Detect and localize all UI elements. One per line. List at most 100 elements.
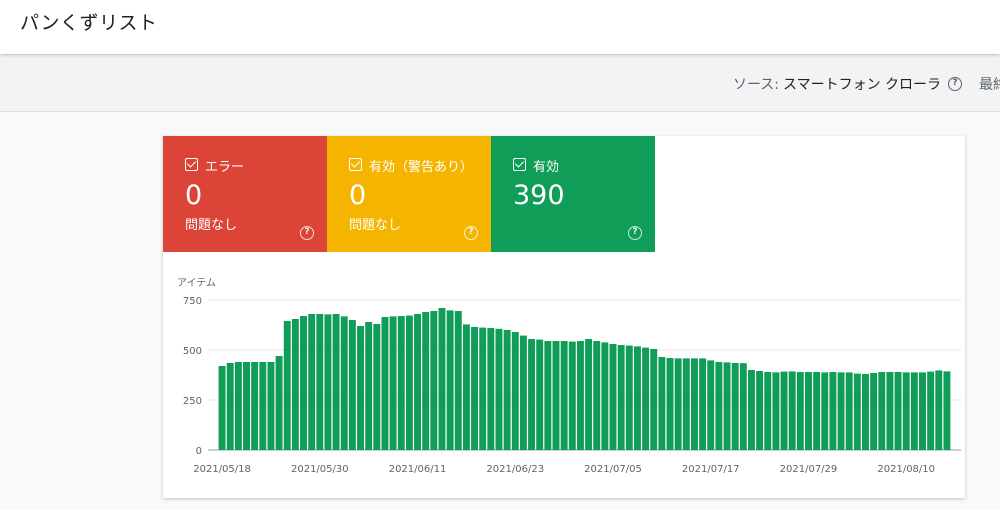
bar bbox=[397, 316, 405, 450]
y-tick-label: 0 bbox=[196, 446, 202, 457]
bar bbox=[650, 349, 658, 450]
bar bbox=[674, 358, 682, 450]
bar bbox=[430, 311, 438, 450]
source-label: ソース: bbox=[733, 77, 780, 93]
x-tick-label: 2021/07/29 bbox=[780, 464, 838, 475]
bar bbox=[300, 316, 307, 450]
bar bbox=[910, 372, 918, 450]
page-title: パンくずリスト bbox=[20, 12, 158, 34]
y-axis-label: アイテム bbox=[177, 277, 216, 289]
bar bbox=[373, 324, 381, 450]
bar bbox=[243, 362, 250, 450]
bar bbox=[756, 371, 764, 450]
bar bbox=[560, 341, 568, 450]
bar bbox=[870, 373, 878, 450]
bar bbox=[275, 356, 283, 450]
bar bbox=[454, 311, 462, 450]
bar bbox=[479, 327, 487, 450]
bar bbox=[625, 345, 633, 450]
bar bbox=[902, 372, 910, 450]
bar bbox=[389, 316, 397, 450]
bar bbox=[813, 372, 821, 450]
bar bbox=[552, 341, 560, 450]
bar bbox=[340, 316, 348, 450]
checkbox-checked-icon[interactable] bbox=[513, 158, 526, 171]
bar bbox=[357, 326, 364, 450]
question-circle-icon[interactable]: ? bbox=[300, 226, 314, 240]
latest-update-label: 最終 bbox=[979, 77, 1000, 93]
x-tick-label: 2021/07/17 bbox=[682, 464, 740, 475]
bar bbox=[764, 372, 772, 450]
tile-valid[interactable]: 有効 390 ? bbox=[491, 136, 655, 252]
x-tick-label: 2021/07/05 bbox=[584, 464, 642, 475]
bar bbox=[365, 322, 373, 450]
bar bbox=[528, 339, 536, 450]
bar bbox=[731, 363, 739, 450]
x-tick-label: 2021/06/23 bbox=[486, 464, 544, 475]
bar bbox=[642, 347, 650, 450]
bar bbox=[568, 341, 576, 450]
y-tick-label: 250 bbox=[183, 396, 202, 407]
question-circle-icon[interactable]: ? bbox=[948, 77, 962, 91]
bar bbox=[348, 320, 356, 450]
x-tick-label: 2021/06/11 bbox=[389, 464, 447, 475]
question-circle-icon[interactable]: ? bbox=[628, 226, 642, 240]
bar bbox=[511, 332, 519, 450]
bar bbox=[218, 366, 226, 450]
bar bbox=[739, 363, 747, 450]
bar bbox=[723, 362, 731, 450]
bar bbox=[829, 372, 837, 450]
tile-valid-with-warnings[interactable]: 有効（警告あり） 0 問題なし ? bbox=[327, 136, 491, 252]
bar bbox=[226, 363, 234, 450]
y-tick-label: 500 bbox=[183, 346, 202, 357]
bar bbox=[576, 341, 584, 450]
bar bbox=[658, 357, 666, 450]
bar bbox=[666, 358, 674, 450]
tile-count: 0 bbox=[185, 180, 203, 211]
bar bbox=[414, 314, 422, 450]
bar bbox=[495, 328, 503, 450]
bar bbox=[519, 335, 527, 450]
bar bbox=[699, 358, 707, 450]
bar bbox=[633, 346, 641, 450]
bar bbox=[536, 339, 544, 450]
tile-count: 390 bbox=[513, 180, 565, 211]
source-value: スマートフォン クローラ bbox=[783, 77, 942, 93]
items-bar-chart: アイテム 0 250 500 750 2021/05/18 2021/05/30 2021/0… bbox=[177, 277, 961, 475]
bar bbox=[267, 362, 275, 450]
bar bbox=[503, 330, 511, 450]
bar bbox=[772, 372, 780, 450]
bar bbox=[878, 372, 886, 450]
bar bbox=[821, 372, 829, 450]
bar bbox=[845, 372, 853, 450]
bar bbox=[316, 314, 324, 450]
bar bbox=[544, 341, 552, 450]
bar bbox=[446, 310, 454, 450]
bar bbox=[837, 372, 845, 450]
bar bbox=[283, 321, 291, 450]
bar bbox=[796, 372, 804, 450]
tile-label: 有効（警告あり） bbox=[369, 160, 474, 175]
checkbox-checked-icon[interactable] bbox=[185, 158, 198, 171]
x-tick-label: 2021/08/10 bbox=[877, 464, 935, 475]
bar bbox=[935, 370, 943, 450]
bar bbox=[927, 371, 935, 450]
bar bbox=[438, 308, 446, 450]
y-tick-label: 750 bbox=[183, 296, 202, 307]
bar bbox=[585, 339, 593, 450]
tile-error[interactable]: エラー 0 問題なし ? bbox=[163, 136, 327, 252]
bar bbox=[259, 362, 267, 450]
bar bbox=[617, 345, 625, 450]
bar bbox=[462, 324, 470, 450]
question-circle-icon[interactable]: ? bbox=[464, 226, 478, 240]
bar bbox=[894, 372, 902, 450]
status-card: エラー 0 問題なし ? 有効（警告あり） 0 問題なし ? 有効 390 ? … bbox=[163, 136, 965, 498]
bar bbox=[886, 372, 894, 450]
tile-label: エラー bbox=[205, 160, 245, 175]
tile-subtext: 問題なし bbox=[349, 218, 402, 233]
bar bbox=[332, 314, 340, 450]
bar bbox=[788, 371, 796, 450]
bar bbox=[943, 371, 951, 450]
bar bbox=[381, 317, 389, 450]
checkbox-checked-icon[interactable] bbox=[349, 158, 362, 171]
